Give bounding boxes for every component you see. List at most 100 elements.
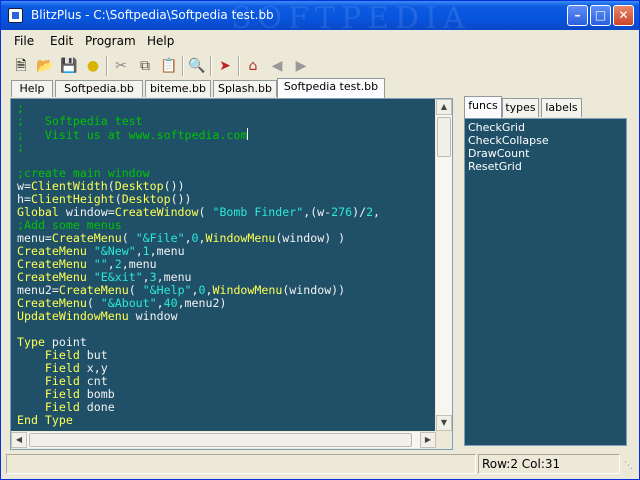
- tab-types[interactable]: types: [502, 98, 539, 117]
- code-token: "&Help": [142, 283, 192, 297]
- code-token: End Type: [17, 413, 73, 427]
- code-line: ;: [17, 141, 435, 154]
- code-token: bomb: [79, 387, 115, 401]
- code-token: ()): [170, 192, 192, 206]
- menu-file[interactable]: File: [14, 34, 34, 48]
- code-token: 2: [114, 257, 122, 271]
- code-token: UpdateWindowMenu: [17, 309, 129, 323]
- code-token: Desktop: [121, 192, 171, 206]
- code-token: menu=: [17, 231, 52, 245]
- toolbar-separator: [238, 56, 240, 76]
- menu-program[interactable]: Program: [85, 34, 136, 48]
- code-token: ,(w-: [303, 205, 332, 219]
- code-token: ,: [198, 231, 206, 245]
- text-cursor: [247, 128, 249, 140]
- code-token: (: [107, 179, 115, 193]
- resize-grip-icon[interactable]: ⋱: [624, 461, 634, 471]
- find-magnifier-icon[interactable]: 🔍: [186, 55, 208, 77]
- main-window: SOFTPEDIA BlitzPlus - C:\Softpedia\Softp…: [0, 0, 640, 480]
- menu-help[interactable]: Help: [147, 34, 174, 48]
- cut-icon[interactable]: ✂: [110, 55, 132, 77]
- app-icon[interactable]: [8, 8, 23, 23]
- list-item[interactable]: CheckGrid: [468, 121, 623, 134]
- close-icon: ✕: [618, 8, 629, 22]
- scroll-up-icon[interactable]: ▲: [436, 99, 452, 115]
- tab-help[interactable]: Help: [11, 80, 53, 97]
- file-tabs: Help Softpedia.bb biteme.bb Splash.bb So…: [9, 78, 459, 98]
- code-token: Field: [44, 374, 80, 388]
- scroll-right-icon[interactable]: ▶: [420, 432, 436, 448]
- list-item[interactable]: CheckCollapse: [468, 134, 623, 147]
- list-item[interactable]: ResetGrid: [468, 160, 623, 173]
- code-token: Field: [44, 361, 80, 375]
- paste-icon[interactable]: 📋: [158, 55, 180, 77]
- tab-softpedia-bb[interactable]: Softpedia.bb: [55, 80, 143, 97]
- side-panel: funcs types labels CheckGrid CheckCollap…: [460, 96, 633, 450]
- code-token: "Bomb Finder": [212, 205, 304, 219]
- code-token: 40: [163, 296, 178, 310]
- copy-icon[interactable]: ⧉: [134, 55, 156, 77]
- code-token: ,menu2): [177, 296, 227, 310]
- code-token: (: [128, 283, 143, 297]
- code-token: ,: [107, 257, 115, 271]
- minimize-button[interactable]: –: [567, 5, 588, 26]
- list-item[interactable]: DrawCount: [468, 147, 623, 160]
- lightbulb-icon[interactable]: ●: [82, 55, 104, 77]
- code-line: ; Visit us at www.softpedia.com: [17, 128, 435, 142]
- code-text-area[interactable]: ;; Softpedia test; Visit us at www.softp…: [11, 99, 435, 431]
- code-token: 0: [198, 283, 206, 297]
- close-button[interactable]: ✕: [613, 5, 634, 26]
- menu-edit[interactable]: Edit: [50, 34, 73, 48]
- open-folder-icon[interactable]: 📂: [34, 55, 56, 77]
- code-token: CreateMenu: [17, 296, 87, 310]
- code-token: ,menu: [156, 270, 192, 284]
- menu-bar: File Edit Program Help: [4, 31, 636, 51]
- horizontal-scroll-thumb[interactable]: [29, 433, 412, 447]
- code-token: "E&xit": [93, 270, 143, 284]
- code-token: (: [114, 192, 122, 206]
- status-panel: [6, 454, 476, 474]
- window-title: BlitzPlus - C:\Softpedia\Softpedia test.…: [31, 8, 274, 22]
- tab-funcs[interactable]: funcs: [464, 96, 502, 118]
- title-bar[interactable]: SOFTPEDIA BlitzPlus - C:\Softpedia\Softp…: [1, 1, 639, 36]
- code-token: ;: [17, 101, 24, 115]
- code-token: ,menu: [149, 244, 185, 258]
- new-file-icon[interactable]: 🗎: [10, 55, 32, 77]
- code-token: 0: [191, 231, 199, 245]
- horizontal-scrollbar[interactable]: ◀ ▶: [11, 432, 436, 448]
- code-token: ,menu: [121, 257, 157, 271]
- code-token: CreateWindow: [114, 205, 199, 219]
- code-token: (: [121, 231, 136, 245]
- back-arrow-icon[interactable]: ◀: [266, 55, 288, 77]
- forward-arrow-icon[interactable]: ▶: [290, 55, 312, 77]
- code-token: Global: [17, 205, 59, 219]
- maximize-button[interactable]: □: [590, 5, 611, 26]
- code-token: (: [198, 205, 213, 219]
- code-token: ,: [373, 205, 381, 219]
- scroll-down-icon[interactable]: ▼: [436, 415, 452, 431]
- tab-softpedia-test-bb[interactable]: Softpedia test.bb: [277, 78, 385, 98]
- toolbar: 🗎 📂 💾 ● ✂ ⧉ 📋 🔍 ➤ ⌂ ◀ ▶: [4, 53, 636, 78]
- run-rocket-icon[interactable]: ➤: [214, 55, 236, 77]
- code-token: ClientWidth: [30, 179, 108, 193]
- tab-biteme-bb[interactable]: biteme.bb: [145, 80, 211, 97]
- code-token: point: [44, 335, 87, 349]
- tab-labels[interactable]: labels: [541, 98, 582, 117]
- vertical-scroll-thumb[interactable]: [437, 117, 451, 157]
- code-token: 2: [366, 205, 374, 219]
- status-bar: Row:2 Col:31 ⋱: [4, 453, 636, 476]
- cursor-position: Row:2 Col:31: [478, 454, 620, 474]
- home-icon[interactable]: ⌂: [242, 55, 264, 77]
- tab-splash-bb[interactable]: Splash.bb: [213, 80, 277, 97]
- scroll-left-icon[interactable]: ◀: [11, 432, 27, 448]
- save-disk-icon[interactable]: 💾: [58, 55, 80, 77]
- vertical-scrollbar[interactable]: ▲ ▼: [436, 99, 452, 431]
- code-token: cnt: [79, 374, 108, 388]
- code-line: UpdateWindowMenu window: [17, 310, 435, 323]
- code-editor[interactable]: ;; Softpedia test; Visit us at www.softp…: [10, 98, 453, 450]
